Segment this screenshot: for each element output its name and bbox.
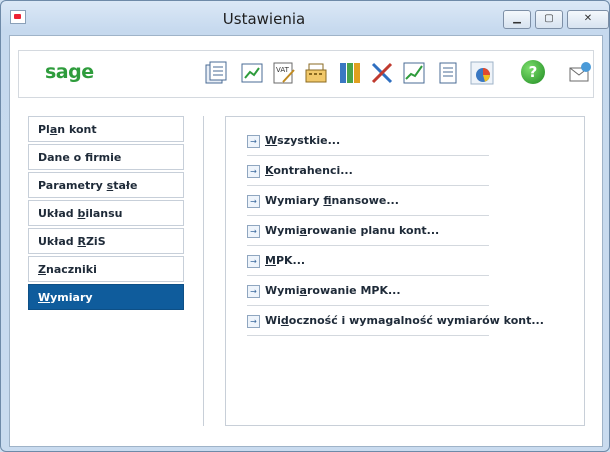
option-link[interactable]: → Widoczność i wymagalność wymiarów kont.…: [247, 309, 544, 336]
close-button[interactable]: ✕: [567, 10, 609, 29]
label-pre: Wymi: [265, 284, 300, 297]
divider: [203, 116, 204, 426]
label-post: szystkie...: [277, 134, 341, 147]
label-post: ilansu: [85, 207, 123, 220]
option-label: Wszystkie...: [265, 134, 340, 147]
client-area: sage VAT ? Plan kont Dane o frmie Parame…: [9, 35, 603, 447]
label-acc: M: [265, 254, 276, 267]
label-acc: a: [299, 224, 307, 237]
email-icon[interactable]: [567, 60, 593, 86]
option-link[interactable]: → Wszystkie...: [247, 129, 489, 156]
nav-item[interactable]: Układ bilansu: [28, 200, 184, 226]
toolbar: sage VAT ?: [18, 50, 594, 98]
vat-icon[interactable]: VAT: [271, 60, 297, 86]
nav-item[interactable]: Dane o firmie: [28, 144, 184, 170]
option-link[interactable]: → Wymiarowanie MPK...: [247, 279, 489, 306]
label-acc: W: [265, 134, 278, 147]
option-label: Widoczność i wymagalność wymiarów kont..…: [265, 314, 544, 327]
trend-chart-icon[interactable]: [401, 60, 427, 86]
label-acc: f: [323, 194, 332, 207]
label-post: oczność i wymagalność wymiarów kont...: [288, 314, 544, 327]
minimize-button[interactable]: ▁: [503, 10, 531, 29]
label-post: ymiary: [50, 291, 93, 304]
arrow-icon: →: [247, 315, 260, 328]
label-pre: Wymiary: [265, 194, 324, 207]
settings-nav: Plan kontDane o firmieParametry stałeUkł…: [28, 116, 184, 312]
label-acc: a: [299, 284, 307, 297]
arrow-icon: →: [247, 165, 260, 178]
arrow-icon: →: [247, 285, 260, 298]
label-post: ontrahenci...: [273, 164, 353, 177]
arrow-icon: →: [247, 135, 260, 148]
option-label: Wymiarowanie MPK...: [265, 284, 401, 297]
option-link[interactable]: → Kontrahenci...: [247, 159, 489, 186]
label-acc: Z: [38, 263, 46, 276]
label-pre: Parametry: [38, 179, 107, 192]
label-pre: Dane o f: [38, 151, 94, 164]
title-bar[interactable]: Ustawienia ▁ ▢ ✕: [1, 1, 609, 35]
sage-logo: sage: [45, 61, 94, 83]
label-post: PK...: [275, 254, 306, 267]
help-icon[interactable]: ?: [521, 60, 545, 84]
label-post: rmie: [93, 151, 122, 164]
label-pre: Pl: [38, 123, 50, 136]
chart-report-icon[interactable]: [239, 60, 265, 86]
option-label: Wymiarowanie planu kont...: [265, 224, 439, 237]
label-post: n kont: [57, 123, 97, 136]
binders-icon[interactable]: [337, 60, 363, 86]
nav-item[interactable]: Plan kont: [28, 116, 184, 142]
options-panel: → Wszystkie... → Kontrahenci... → Wymiary fin…: [225, 116, 585, 426]
svg-text:VAT: VAT: [276, 66, 290, 74]
tools-icon[interactable]: [369, 60, 395, 86]
settings-window: Ustawienia ▁ ▢ ✕ sage VAT ? Plan kont Da…: [0, 0, 610, 452]
label-post: rowanie planu kont...: [306, 224, 440, 237]
option-link[interactable]: → Wymiarowanie planu kont...: [247, 219, 489, 246]
label-post: rowanie MPK...: [306, 284, 401, 297]
label-post: naczniki: [45, 263, 97, 276]
label-pre: Wi: [265, 314, 281, 327]
nav-item[interactable]: Znaczniki: [28, 256, 184, 282]
label-acc: d: [280, 314, 289, 327]
label-acc: W: [38, 291, 51, 304]
arrow-icon: →: [247, 195, 260, 208]
label-post: inansowe...: [331, 194, 399, 207]
label-post: tałe: [113, 179, 138, 192]
label-pre: Układ: [38, 207, 78, 220]
nav-item[interactable]: Wymiary: [28, 284, 184, 310]
option-link[interactable]: → Wymiary finansowe...: [247, 189, 489, 216]
arrow-icon: →: [247, 225, 260, 238]
label-pre: Wymi: [265, 224, 300, 237]
label-pre: Układ: [38, 235, 78, 248]
label-acc: R: [77, 235, 86, 248]
cash-register-icon[interactable]: [303, 60, 329, 86]
arrow-icon: →: [247, 255, 260, 268]
nav-item[interactable]: Układ RZiS: [28, 228, 184, 254]
option-label: Wymiary finansowe...: [265, 194, 399, 207]
pie-report-icon[interactable]: [469, 60, 495, 86]
documents-icon[interactable]: [203, 60, 229, 86]
option-label: Kontrahenci...: [265, 164, 353, 177]
option-label: MPK...: [265, 254, 305, 267]
maximize-button[interactable]: ▢: [535, 10, 563, 29]
list-document-icon[interactable]: [435, 60, 461, 86]
label-post: ZiS: [85, 235, 106, 248]
option-link[interactable]: → MPK...: [247, 249, 489, 276]
nav-item[interactable]: Parametry stałe: [28, 172, 184, 198]
window-title: Ustawienia: [222, 10, 306, 28]
